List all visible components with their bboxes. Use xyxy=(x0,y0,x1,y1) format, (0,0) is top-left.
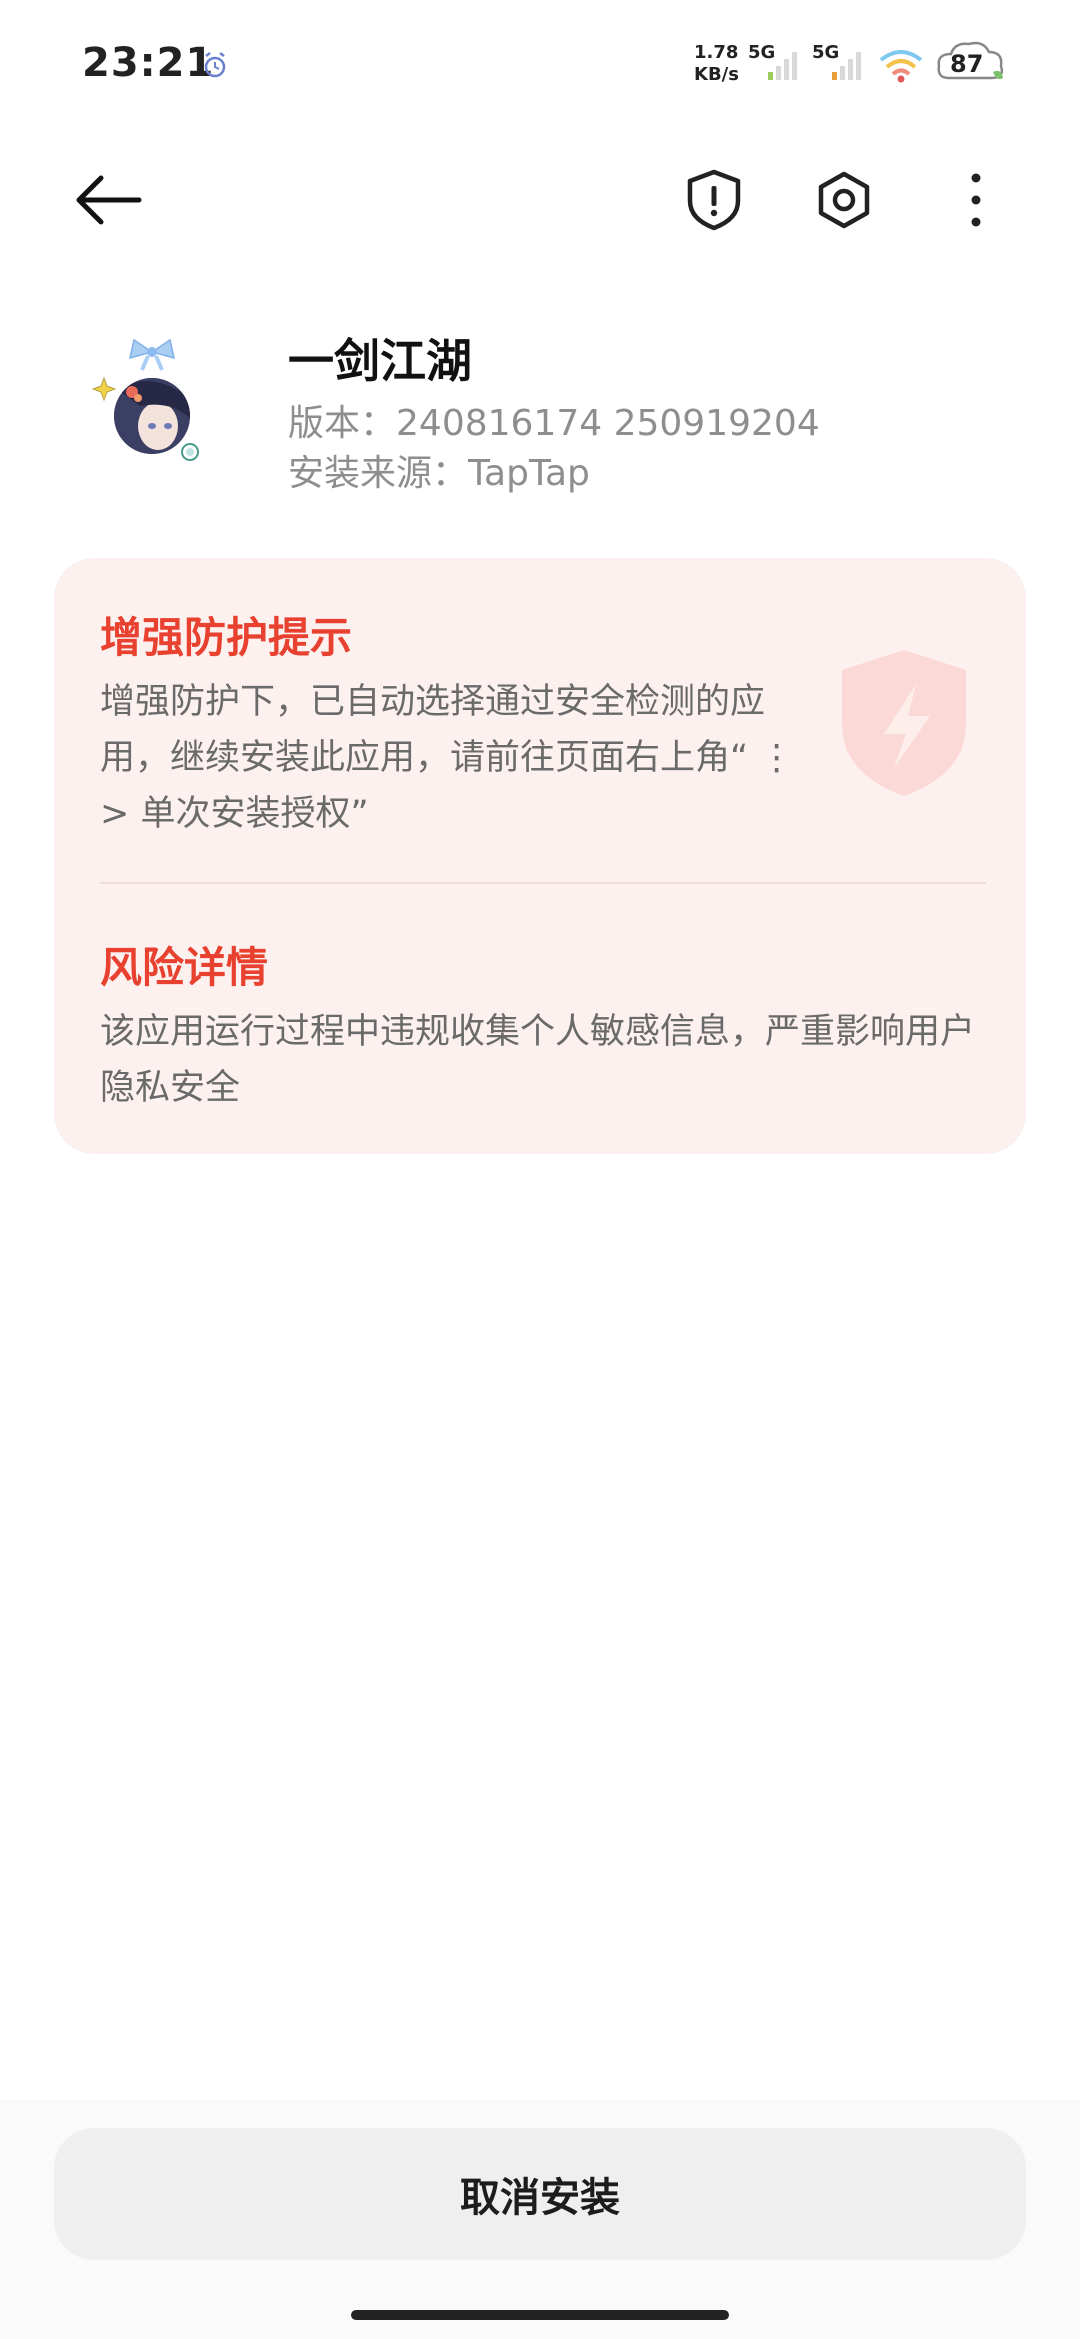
status-time: 23:21 xyxy=(82,40,215,86)
source-value: TapTap xyxy=(468,453,590,494)
more-options-button[interactable] xyxy=(938,162,1014,238)
shield-warning-icon xyxy=(687,169,741,231)
network-speed: 1.78 KB/s xyxy=(694,42,754,86)
network-speed-value: 1.78 xyxy=(694,42,739,63)
more-vertical-icon xyxy=(971,173,981,227)
shield-lightning-icon xyxy=(842,650,966,796)
top-toolbar xyxy=(0,140,1080,260)
risk-warning-card: 增强防护提示 增强防护下，已自动选择通过安全检测的应用，继续安装此应用，请前往页… xyxy=(54,558,1026,1154)
settings-hex-icon xyxy=(818,171,870,229)
protection-title: 增强防护提示 xyxy=(100,613,353,662)
risk-title: 风险详情 xyxy=(100,943,269,992)
network-speed-unit: KB/s xyxy=(694,64,739,85)
protection-body: 增强防护下，已自动选择通过安全检测的应用，继续安装此应用，请前往页面右上角“ ⋮… xyxy=(100,682,795,834)
version-value: 240816174 250919204 xyxy=(396,403,820,444)
app-version: 版本：240816174 250919204 xyxy=(288,394,820,446)
settings-button[interactable] xyxy=(806,162,882,238)
version-label: 版本： xyxy=(288,403,397,444)
signal-icon xyxy=(832,52,861,80)
install-source: 安装来源：TapTap xyxy=(288,444,590,496)
risk-body: 该应用运行过程中违规收集个人敏感信息，严重影响用户隐私安全 xyxy=(100,1012,976,1108)
back-button[interactable] xyxy=(70,162,146,238)
card-divider xyxy=(100,882,986,884)
app-icon xyxy=(91,338,199,461)
home-indicator[interactable] xyxy=(351,2310,729,2320)
source-label: 安装来源： xyxy=(288,453,469,494)
cancel-install-button[interactable]: 取消安装 xyxy=(54,2128,1026,2260)
status-bar: 23:21 1.78 KB/s 5G 5G 87 xyxy=(0,0,1080,130)
wifi-icon xyxy=(879,50,923,83)
signal-icon xyxy=(768,52,797,80)
battery-level: 87 xyxy=(950,50,984,78)
security-button[interactable] xyxy=(676,162,752,238)
back-arrow-icon xyxy=(76,175,142,225)
app-name: 一剑江湖 xyxy=(288,334,472,388)
alarm-icon xyxy=(204,52,226,78)
